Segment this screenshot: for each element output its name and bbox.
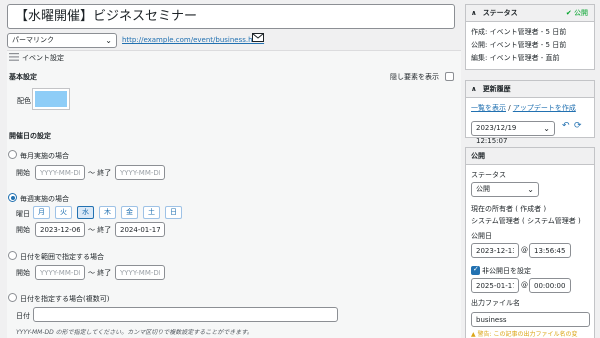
radio-range[interactable]	[8, 251, 17, 260]
title-field[interactable]: 【水曜開催】ビジネスセミナー	[7, 4, 455, 29]
drag-handle-icon[interactable]	[9, 53, 19, 63]
permalink-select-value: パーマリンク	[12, 36, 54, 44]
multi-date-label: 日付	[16, 312, 30, 320]
monthly-end-label: 〜 終了	[88, 169, 112, 177]
chevron-down-icon: ⌄	[543, 124, 550, 133]
publish-status-label: ステータス	[471, 171, 506, 179]
weekday-button[interactable]: 水	[77, 206, 94, 219]
weekday-button[interactable]: 金	[121, 206, 138, 219]
history-box: ∧ 更新履歴 一覧を表示 / アップデートを作成 2023/12/19 12:15…	[465, 80, 595, 145]
unpublish-date-input[interactable]	[471, 278, 519, 293]
multi-label: 日付を指定する場合(複数可)	[20, 295, 110, 303]
collapse-up-icon[interactable]: ∧	[471, 5, 477, 21]
history-list-link[interactable]: 一覧を表示	[471, 104, 506, 112]
history-select[interactable]: 2023/12/19 12:15:07 ⌄	[471, 121, 555, 145]
status-box: ∧ ステータス ✔ 公開 作成: イベント管理者 - 5 日前 公開: イベント管理…	[465, 4, 595, 70]
weekly-start-label: 開始	[16, 226, 30, 234]
publish-box: 公開 ステータス 公開 ⌄ 現在の所有者 ( 作成者 ) システム管理者 ( シ…	[465, 147, 595, 338]
weekday-button[interactable]: 月	[33, 206, 50, 219]
unpublish-checkbox[interactable]	[471, 265, 480, 275]
basic-heading: 基本設定	[9, 73, 37, 81]
weekday-button[interactable]: 火	[55, 206, 72, 219]
multi-date-input[interactable]	[33, 307, 338, 322]
monthly-start-label: 開始	[16, 169, 30, 177]
color-swatch	[35, 91, 67, 107]
hide-label: 隠し要素を表示	[390, 73, 439, 81]
monthly-start-input[interactable]	[35, 165, 85, 180]
weekday-button[interactable]: 日	[165, 206, 182, 219]
radio-multi[interactable]	[8, 293, 17, 302]
publish-box-header[interactable]: 公開	[466, 148, 594, 165]
publish-status-value: 公開	[476, 185, 490, 193]
range-end-input[interactable]	[115, 265, 165, 280]
envelope-icon[interactable]	[252, 33, 264, 45]
owner-value: システム管理者 ( システム管理者 )	[471, 217, 581, 225]
collapse-up-icon[interactable]: ∧	[471, 81, 477, 97]
status-badge: ✔ 公開	[566, 5, 588, 21]
status-lines: 作成: イベント管理者 - 5 日前 公開: イベント管理者 - 5 日前 編集: …	[466, 22, 594, 69]
check-circle-icon: ✔	[565, 9, 572, 17]
status-box-header[interactable]: ∧ ステータス ✔ 公開	[466, 5, 594, 22]
publish-date-label: 公開日	[471, 232, 492, 240]
unpublish-label: 非公開日を設定	[482, 267, 531, 275]
chevron-down-icon: ⌄	[527, 185, 534, 194]
radio-weekly[interactable]	[8, 193, 17, 202]
range-start-label: 開始	[16, 269, 30, 277]
history-update-link[interactable]: アップデートを作成	[513, 104, 576, 112]
schedule-heading: 開催日の設定	[9, 132, 51, 140]
redo-icon[interactable]: ⟳	[574, 121, 582, 131]
range-end-label: 〜 終了	[88, 269, 112, 277]
output-filename-input[interactable]	[471, 312, 590, 327]
weekly-end-label: 〜 終了	[88, 226, 112, 234]
weekday-button[interactable]: 木	[99, 206, 116, 219]
publish-status-select[interactable]: 公開 ⌄	[471, 182, 539, 197]
weekly-label: 毎週実施の場合	[20, 195, 69, 203]
publish-time-input[interactable]	[529, 243, 571, 258]
hide-checkbox[interactable]	[445, 72, 454, 81]
permalink-url[interactable]: http://example.com/event/business.html	[122, 36, 264, 44]
status-line: 作成: イベント管理者 - 5 日前	[471, 28, 567, 36]
monthly-end-input[interactable]	[115, 165, 165, 180]
status-line: 編集: イベント管理者 - 直前	[471, 54, 560, 62]
weekday-label: 曜日	[16, 210, 30, 218]
section-header: イベント設定	[22, 54, 64, 62]
restore-icon[interactable]: ↶	[562, 121, 570, 131]
weekly-start-input[interactable]	[35, 222, 85, 237]
output-warning: ▲ 警告: この記事の出力ファイル名の変	[471, 331, 578, 338]
owner-label: 現在の所有者 ( 作成者 )	[471, 205, 547, 213]
monthly-label: 毎月実施の場合	[20, 152, 69, 160]
status-badge-label: 公開	[574, 9, 588, 17]
unpublish-time-input[interactable]	[529, 278, 571, 293]
color-picker[interactable]	[32, 88, 70, 110]
chevron-down-icon: ⌄	[105, 36, 112, 45]
color-label: 配色	[17, 97, 31, 105]
output-label: 出力ファイル名	[471, 299, 520, 307]
at-icon: @	[521, 281, 528, 289]
weekday-button[interactable]: 土	[143, 206, 160, 219]
status-line: 公開: イベント管理者 - 5 日前	[471, 41, 567, 49]
publish-date-input[interactable]	[471, 243, 519, 258]
multi-hint: YYYY-MM-DD の形で指定してください。カンマ区切りで複数設定することがで…	[16, 329, 253, 336]
history-box-header[interactable]: ∧ 更新履歴	[466, 81, 594, 98]
status-box-title: ステータス	[482, 9, 518, 17]
radio-monthly[interactable]	[8, 150, 17, 159]
publish-box-title: 公開	[471, 152, 485, 160]
range-label: 日付を範囲で指定する場合	[20, 253, 104, 261]
weekly-end-input[interactable]	[115, 222, 165, 237]
history-separator: /	[508, 104, 511, 112]
history-box-title: 更新履歴	[482, 85, 511, 93]
permalink-select[interactable]: パーマリンク ⌄	[7, 33, 117, 48]
history-select-value: 2023/12/19 12:15:07	[476, 124, 517, 145]
range-start-input[interactable]	[35, 265, 85, 280]
at-icon: @	[521, 246, 528, 254]
